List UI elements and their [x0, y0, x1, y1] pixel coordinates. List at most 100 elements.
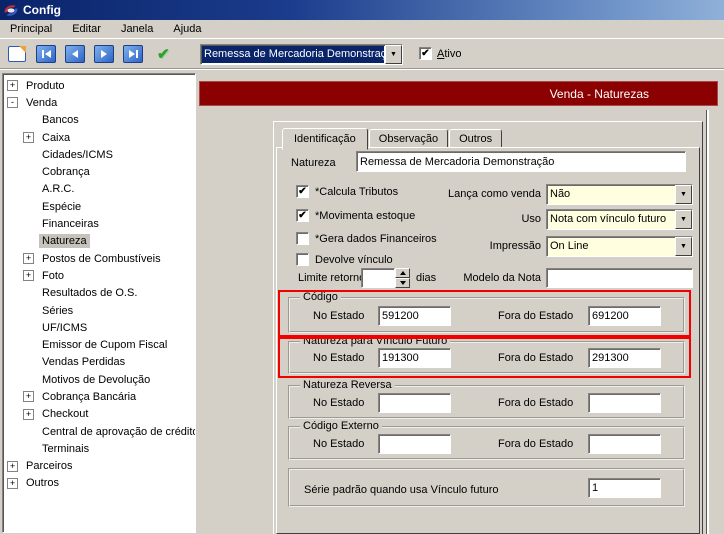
expand-icon[interactable]: + [23, 409, 34, 420]
externo-fora-estado-input[interactable] [588, 434, 661, 454]
tree-item-label: Terminais [39, 442, 92, 456]
menu-janela[interactable]: Janela [111, 20, 163, 38]
tree-item-postos-combustiveis[interactable]: + Postos de Combustíveis [3, 250, 195, 267]
modelo-da-nota-input[interactable] [546, 268, 693, 288]
no-estado-label: No Estado [313, 438, 364, 450]
externo-no-estado-input[interactable] [378, 434, 451, 454]
expand-icon[interactable]: + [7, 461, 18, 472]
spin-up-button[interactable] [395, 268, 410, 278]
previous-record-button[interactable] [63, 43, 87, 65]
reversa-no-estado-input[interactable] [378, 393, 451, 413]
serie-padrao-input[interactable] [588, 478, 661, 498]
ativo-checkbox[interactable]: ✔ [419, 47, 432, 60]
vinculo-no-estado-input[interactable] [378, 348, 451, 368]
chevron-down-icon[interactable]: ▼ [675, 210, 692, 229]
tree-item-especie[interactable]: Espécie [3, 198, 195, 215]
chevron-down-icon[interactable]: ▼ [675, 237, 692, 256]
last-record-button[interactable] [121, 43, 145, 65]
tab-outros[interactable]: Outros [449, 129, 502, 148]
tree-item-emissor-cupom[interactable]: Emissor de Cupom Fiscal [3, 336, 195, 353]
spin-down-icon [400, 281, 406, 285]
group-codigo: Código No Estado Fora do Estado [288, 297, 685, 333]
chevron-down-icon[interactable]: ▼ [385, 45, 402, 64]
uso-select[interactable]: Nota com vínculo futuro ▼ [546, 209, 693, 230]
tree-item-cidades-icms[interactable]: Cidades/ICMS [3, 146, 195, 163]
ativo-checkbox-row[interactable]: ✔ Ativo [419, 47, 461, 60]
tree-item-uf-icms[interactable]: UF/ICMS [3, 319, 195, 336]
tree-item-label: A.R.C. [39, 182, 77, 196]
tree-item-vendas-perdidas[interactable]: Vendas Perdidas [3, 354, 195, 371]
tree-item-label: Postos de Combustíveis [39, 252, 164, 266]
no-estado-label: No Estado [313, 397, 364, 409]
menu-ajuda[interactable]: Ajuda [163, 20, 211, 38]
menu-principal[interactable]: Principal [0, 20, 62, 38]
expand-icon[interactable]: + [7, 80, 18, 91]
toolbar: ✔ Remessa de Mercadoria Demonstraçã ▼ ✔ … [0, 40, 724, 69]
record-selector-value: Remessa de Mercadoria Demonstraçã [202, 46, 384, 63]
tree-item-series[interactable]: Séries [3, 302, 195, 319]
chevron-down-icon[interactable]: ▼ [675, 185, 692, 204]
expand-icon[interactable]: + [23, 270, 34, 281]
tree-item-venda[interactable]: -Venda [3, 94, 195, 111]
tree-item-terminais[interactable]: Terminais [3, 440, 195, 457]
tree-item-produto[interactable]: +Produto [3, 77, 195, 94]
codigo-fora-estado-input[interactable] [588, 306, 661, 326]
lanca-como-venda-value: Não [547, 185, 675, 204]
tab-observacao[interactable]: Observação [369, 129, 448, 148]
confirm-icon[interactable]: ✔ [157, 45, 170, 63]
spin-down-button[interactable] [395, 278, 410, 288]
tree-item-label: Caixa [39, 131, 73, 145]
fora-do-estado-label: Fora do Estado [498, 397, 573, 409]
limite-retorno-input[interactable] [361, 268, 395, 288]
tab-identificacao[interactable]: Identificação [282, 128, 368, 150]
calcula-tributos-row[interactable]: ✔ *Calcula Tributos [296, 185, 398, 198]
tree-item-central-aprovacao[interactable]: Central de aprovação de crédito [3, 423, 195, 440]
tree-item-cobranca-bancaria[interactable]: +Cobrança Bancária [3, 388, 195, 405]
expand-icon[interactable]: + [23, 391, 34, 402]
tree-item-parceiros[interactable]: + Parceiros [3, 458, 195, 475]
codigo-no-estado-input[interactable] [378, 306, 451, 326]
first-record-button[interactable] [34, 43, 58, 65]
movimenta-estoque-checkbox[interactable]: ✔ [296, 209, 309, 222]
tree-item-foto[interactable]: +Foto [3, 267, 195, 284]
new-record-button[interactable] [5, 43, 29, 65]
modelo-da-nota-label: Modelo da Nota [431, 272, 541, 284]
tree-item-bancos[interactable]: Bancos [3, 112, 195, 129]
gera-dados-financeiros-row[interactable]: *Gera dados Financeiros [296, 232, 437, 245]
lanca-como-venda-select[interactable]: Não ▼ [546, 184, 693, 205]
tree-item-label: Checkout [39, 407, 91, 421]
menu-editar[interactable]: Editar [62, 20, 111, 38]
movimenta-estoque-row[interactable]: ✔ *Movimenta estoque [296, 209, 415, 222]
natureza-input[interactable] [356, 151, 686, 172]
next-record-icon [94, 45, 114, 63]
tree-item-financeiras[interactable]: Financeiras [3, 215, 195, 232]
reversa-fora-estado-input[interactable] [588, 393, 661, 413]
tree-item-caixa[interactable]: + Caixa [3, 129, 195, 146]
impressao-value: On Line [547, 237, 675, 256]
no-estado-label: No Estado [313, 352, 364, 364]
tree-item-outros[interactable]: +Outros [3, 475, 195, 492]
tree-item-arc[interactable]: A.R.C. [3, 181, 195, 198]
impressao-select[interactable]: On Line ▼ [546, 236, 693, 257]
vinculo-fora-estado-input[interactable] [588, 348, 661, 368]
calcula-tributos-checkbox[interactable]: ✔ [296, 185, 309, 198]
fora-do-estado-label: Fora do Estado [498, 352, 573, 364]
expand-icon[interactable]: + [23, 253, 34, 264]
content-area: Venda - Naturezas Identificação Observaç… [196, 70, 724, 534]
expand-icon[interactable]: + [23, 132, 34, 143]
tree-item-cobranca[interactable]: Cobrança [3, 163, 195, 180]
tree-item-label: Parceiros [23, 459, 75, 473]
devolve-vinculo-row[interactable]: Devolve vínculo [296, 253, 393, 266]
group-serie-padrao: Série padrão quando usa Vínculo futuro [288, 468, 685, 507]
tree-item-checkout[interactable]: + Checkout [3, 406, 195, 423]
record-selector-combobox[interactable]: Remessa de Mercadoria Demonstraçã ▼ [200, 44, 403, 65]
collapse-icon[interactable]: - [7, 97, 18, 108]
tree-item-motivos-devolucao[interactable]: Motivos de Devolução [3, 371, 195, 388]
expand-icon[interactable]: + [7, 478, 18, 489]
tree-item-resultados-os[interactable]: Resultados de O.S. [3, 285, 195, 302]
devolve-vinculo-checkbox[interactable] [296, 253, 309, 266]
gera-dados-financeiros-checkbox[interactable] [296, 232, 309, 245]
next-record-button[interactable] [92, 43, 116, 65]
group-codigo-title: Código [300, 291, 341, 303]
tree-item-natureza[interactable]: Natureza [3, 233, 195, 250]
